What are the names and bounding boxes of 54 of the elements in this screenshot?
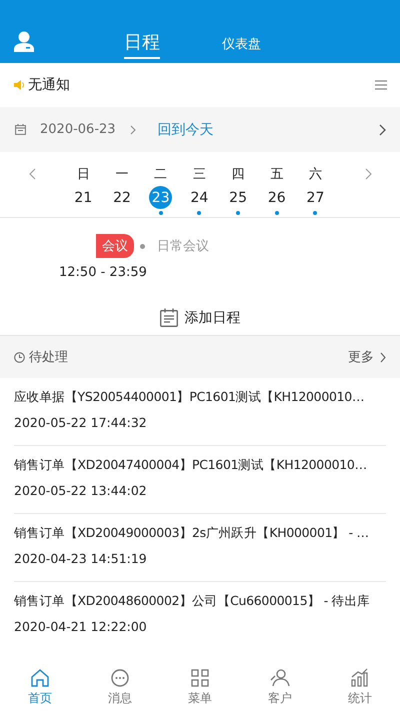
bullet-dot	[140, 244, 145, 248]
chart-icon	[350, 668, 370, 688]
user-icon	[270, 668, 290, 688]
menu-icon[interactable]	[375, 80, 387, 90]
header-tab[interactable]: 仪表盘	[222, 31, 261, 59]
weekday-label: 三	[192, 166, 206, 184]
tab-bar-item[interactable]: 首页	[0, 665, 80, 711]
weekday-label: 五	[270, 166, 284, 184]
chevron-right-icon[interactable]	[379, 124, 386, 136]
tab-bar-item[interactable]: 客户	[240, 665, 320, 711]
day-number[interactable]: 26	[265, 186, 288, 209]
day-number[interactable]: 25	[226, 186, 250, 209]
tab-bar-item[interactable]: 统计	[320, 665, 400, 711]
clock-icon	[14, 352, 25, 362]
user-icon[interactable]	[13, 31, 35, 53]
grid-icon	[190, 668, 210, 688]
weekday-label: 六	[308, 166, 322, 184]
event-time: 12:50 - 23:59	[59, 265, 148, 280]
pending-title[interactable]: 销售订单【XD20047400004】PC1601测试【KH12000010…	[14, 457, 386, 474]
calendar-icon[interactable]	[15, 124, 26, 135]
chat-icon	[110, 668, 130, 688]
day-number[interactable]: 27	[304, 186, 327, 209]
pending-time: 2020-04-23 14:51:19	[14, 551, 148, 566]
home-icon	[30, 668, 50, 688]
section-title: 待处理	[29, 349, 69, 366]
chevron-right-icon	[380, 352, 386, 362]
notepad-icon	[160, 308, 178, 327]
pending-time: 2020-05-22 13:44:02	[14, 483, 148, 498]
speaker-icon	[14, 80, 25, 90]
pending-title[interactable]: 销售订单【XD20048600002】公司【Cu66000015】 - 待出库	[14, 593, 386, 610]
tab-bar-item[interactable]: 菜单	[160, 665, 240, 711]
date-text[interactable]: 2020-06-23	[40, 122, 116, 137]
add-schedule-button[interactable]: 添加日程	[156, 304, 244, 331]
weekday-label: 二	[154, 166, 168, 184]
pending-title[interactable]: 销售订单【XD20049000003】2s广州跃升【KH000001】 - …	[14, 525, 386, 542]
header-tab[interactable]: 日程	[124, 28, 160, 59]
today-link[interactable]: 回到今天	[158, 120, 379, 138]
day-number[interactable]: 23	[149, 186, 172, 209]
chevron-left-icon[interactable]	[28, 168, 36, 180]
pending-time: 2020-05-22 17:44:32	[14, 415, 148, 430]
chevron-right-icon[interactable]	[130, 124, 136, 134]
pending-time: 2020-04-21 12:22:00	[14, 619, 148, 634]
weekday-label: 一	[116, 166, 129, 184]
event-tag: 会议	[96, 234, 134, 258]
tab-bar-item[interactable]: 消息	[80, 665, 160, 711]
day-number[interactable]: 22	[110, 186, 134, 209]
more-link[interactable]: 更多	[348, 348, 386, 366]
day-number[interactable]: 21	[72, 186, 95, 209]
weekday-label: 日	[76, 166, 90, 184]
notice-text: 无通知	[28, 76, 71, 94]
chevron-right-icon[interactable]	[364, 168, 372, 180]
weekday-label: 四	[232, 166, 245, 184]
day-number[interactable]: 24	[188, 186, 211, 209]
pending-title[interactable]: 应收单据【YS20054400001】PC1601测试【KH12000010…	[14, 389, 386, 406]
